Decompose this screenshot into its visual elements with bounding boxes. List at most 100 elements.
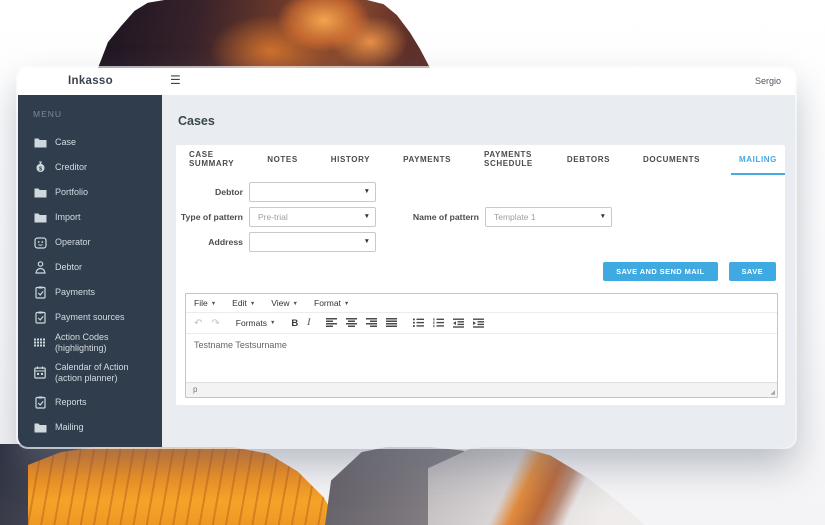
- editor-menu-format[interactable]: Format ▼: [314, 298, 349, 308]
- sidebar-item-payments[interactable]: Payments: [18, 280, 162, 305]
- person-icon: [33, 261, 47, 274]
- resize-grip-icon[interactable]: ◢: [770, 389, 775, 396]
- sidebar-item-payment-sources[interactable]: Payment sources: [18, 305, 162, 330]
- editor-menu-file[interactable]: File ▼: [194, 298, 216, 308]
- app-brand: Inkasso: [68, 75, 113, 87]
- sidebar-item-creditor[interactable]: $ Creditor: [18, 155, 162, 180]
- indent-icon[interactable]: [473, 318, 485, 328]
- wallpaper-top-mountain: [98, 0, 430, 68]
- chevron-down-icon: ▼: [363, 238, 370, 245]
- rich-text-editor: File ▼ Edit ▼ View ▼ Format ▼ ↶ ↷ Formats ▼ B I Test…: [185, 293, 778, 398]
- editor-content[interactable]: Testname Testsurname: [186, 334, 777, 382]
- main-content: Cases CASE SUMMARY NOTES HISTORY PAYMENTS PA…: [162, 95, 795, 447]
- wallpaper-orange-cliff: [28, 444, 340, 525]
- tab-notes[interactable]: NOTES: [265, 145, 300, 175]
- tab-payments-schedule[interactable]: PAYMENTS SCHEDULE: [482, 145, 536, 175]
- save-button[interactable]: SAVE: [728, 262, 776, 281]
- editor-menu-edit[interactable]: Edit ▼: [232, 298, 255, 308]
- italic-icon[interactable]: I: [307, 318, 310, 328]
- sidebar-menu: Case $ Creditor Portfolio Import Operator Debt…: [18, 130, 162, 440]
- sidebar-item-action-codes-highlighting[interactable]: Action Codes (highlighting): [18, 330, 162, 355]
- sidebar-item-mailing[interactable]: Mailing: [18, 415, 162, 440]
- type-of-pattern-select[interactable]: Pre-trial ▼: [249, 207, 376, 227]
- sidebar-item-case[interactable]: Case: [18, 130, 162, 155]
- tab-history[interactable]: HISTORY: [329, 145, 372, 175]
- action-buttons: SAVE AND SEND MAIL SAVE: [603, 262, 776, 281]
- bold-icon[interactable]: B: [291, 318, 298, 329]
- undo-icon[interactable]: ↶: [194, 318, 202, 329]
- sidebar-item-label: Creditor: [55, 162, 88, 173]
- outdent-icon[interactable]: [453, 318, 465, 328]
- element-path: p: [193, 385, 198, 394]
- clipboard-icon: [33, 286, 47, 299]
- sidebar-item-calendar-of-action[interactable]: Calendar of Action (action planner): [18, 355, 162, 390]
- sidebar-item-label: Mailing: [55, 422, 84, 433]
- align-center-icon[interactable]: [346, 318, 358, 328]
- sidebar-item-label: Action Codes (highlighting): [54, 332, 109, 353]
- address-label: Address: [208, 237, 243, 247]
- name-of-pattern-select[interactable]: Template 1 ▼: [485, 207, 612, 227]
- hamburger-icon[interactable]: ☰: [170, 73, 181, 87]
- sidebar-item-label: Payments: [55, 287, 96, 298]
- sidebar-item-label: Payment sources: [55, 312, 125, 323]
- tab-debtors[interactable]: DEBTORS: [565, 145, 612, 175]
- sidebar-item-operator[interactable]: Operator: [18, 230, 162, 255]
- money-bag-icon: $: [33, 161, 47, 174]
- editor-toolbar: ↶ ↷ Formats ▼ B I: [186, 313, 777, 334]
- formats-dropdown[interactable]: Formats ▼: [236, 318, 276, 328]
- chevron-down-icon: ▼: [343, 301, 350, 307]
- app-window: Inkasso ☰ Sergio MENU Case $ Creditor Portf…: [18, 68, 795, 447]
- folder-icon: [33, 211, 47, 224]
- topbar: Inkasso ☰ Sergio: [18, 68, 795, 95]
- mailing-form: Debtor ▼ Type of pattern Pre-trial ▼ Name…: [176, 182, 785, 257]
- page-title: Cases: [178, 114, 215, 128]
- tab-bar: CASE SUMMARY NOTES HISTORY PAYMENTS PAYMENTS…: [176, 145, 785, 175]
- address-select[interactable]: ▼: [249, 232, 376, 252]
- wallpaper-bottom-mountains: [0, 444, 825, 525]
- align-left-icon[interactable]: [326, 318, 338, 328]
- clipboard-icon: [33, 396, 47, 409]
- sidebar-item-debtor[interactable]: Debtor: [18, 255, 162, 280]
- operator-icon: [33, 236, 47, 249]
- sidebar: MENU Case $ Creditor Portfolio Import Operato…: [18, 95, 162, 447]
- numbered-list-icon[interactable]: [433, 318, 445, 328]
- align-right-icon[interactable]: [366, 318, 378, 328]
- tab-case-summary[interactable]: CASE SUMMARY: [187, 145, 236, 175]
- sidebar-item-label: Reports: [55, 397, 87, 408]
- sidebar-item-reports[interactable]: Reports: [18, 390, 162, 415]
- svg-text:$: $: [38, 167, 41, 173]
- user-menu[interactable]: Sergio: [755, 76, 781, 86]
- chevron-down-icon: ▼: [363, 188, 370, 195]
- clipboard-icon: [33, 311, 47, 324]
- bullet-list-icon[interactable]: [413, 318, 425, 328]
- tab-documents[interactable]: DOCUMENTS: [641, 145, 702, 175]
- sidebar-item-label: Calendar of Action (action planner): [55, 362, 129, 383]
- folder-icon: [33, 421, 47, 434]
- folder-icon: [33, 136, 47, 149]
- chevron-down-icon: ▼: [292, 301, 298, 307]
- redo-icon[interactable]: ↷: [211, 318, 219, 329]
- chevron-down-icon: ▼: [269, 320, 276, 326]
- calendar-icon: [33, 366, 47, 379]
- sidebar-item-label: Operator: [55, 237, 91, 248]
- tab-mailing[interactable]: MAILING: [731, 145, 785, 175]
- type-of-pattern-label: Type of pattern: [180, 212, 243, 222]
- save-and-send-mail-button[interactable]: SAVE AND SEND MAIL: [603, 262, 718, 281]
- grid-icon: [33, 336, 47, 349]
- editor-statusbar: p ◢: [186, 382, 777, 397]
- chevron-down-icon: ▼: [599, 213, 606, 220]
- chevron-down-icon: ▼: [210, 301, 217, 307]
- align-justify-icon[interactable]: [386, 318, 398, 328]
- sidebar-item-label: Import: [55, 212, 81, 223]
- editor-menu-view[interactable]: View ▼: [271, 298, 298, 308]
- wallpaper-orange-crest: [428, 444, 645, 525]
- debtor-select[interactable]: ▼: [249, 182, 376, 202]
- chevron-down-icon: ▼: [249, 301, 256, 307]
- sidebar-menu-heading: MENU: [33, 109, 63, 119]
- sidebar-item-label: Portfolio: [55, 187, 89, 198]
- sidebar-item-portfolio[interactable]: Portfolio: [18, 180, 162, 205]
- tab-payments[interactable]: PAYMENTS: [401, 145, 453, 175]
- sidebar-item-import[interactable]: Import: [18, 205, 162, 230]
- name-of-pattern-label: Name of pattern: [412, 212, 479, 222]
- sidebar-item-label: Case: [55, 137, 77, 148]
